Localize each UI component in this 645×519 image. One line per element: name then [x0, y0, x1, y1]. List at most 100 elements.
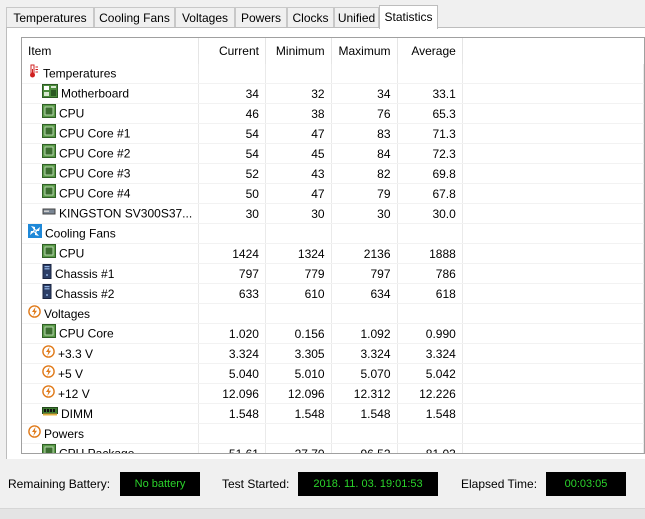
- sensor-name-cell: Motherboard: [22, 83, 200, 104]
- empty-cell: [462, 103, 644, 124]
- sensor-row[interactable]: CPU Core #2 54 45 84 72.3: [22, 143, 644, 164]
- sensor-current: 797: [198, 263, 266, 284]
- sensor-maximum: 34: [331, 83, 398, 104]
- empty-cell: [462, 223, 644, 244]
- sensor-name-cell: CPU Core: [22, 323, 200, 344]
- empty-cell: [397, 223, 463, 244]
- column-header-current[interactable]: Current: [198, 38, 266, 64]
- sensor-name-cell: +12 V: [22, 383, 200, 404]
- sensor-minimum: 43: [265, 163, 332, 184]
- sensor-current: 30: [198, 203, 266, 224]
- statistics-panel: Item Current Minimum Maximum Average Tem…: [6, 27, 645, 459]
- sensor-row[interactable]: CPU 1424 1324 2136 1888: [22, 243, 644, 264]
- sensor-maximum: 12.312: [331, 383, 398, 404]
- tab-powers[interactable]: Powers: [235, 7, 287, 27]
- case-icon: [42, 263, 52, 282]
- sensor-row[interactable]: Motherboard 34 32 34 33.1: [22, 83, 644, 104]
- sensor-minimum: 1.548: [265, 403, 332, 424]
- sensor-row[interactable]: CPU Core #3 52 43 82 69.8: [22, 163, 644, 184]
- sensor-maximum: 83: [331, 123, 398, 144]
- column-header-average[interactable]: Average: [397, 38, 463, 64]
- sensor-average: 71.3: [397, 123, 463, 144]
- sensor-row[interactable]: CPU Package 51.61 27.70 96.52 81.03: [22, 443, 644, 454]
- empty-cell: [462, 303, 644, 324]
- elapsed-time-value: 00:03:05: [546, 472, 626, 496]
- sensor-row[interactable]: +3.3 V 3.324 3.305 3.324 3.324: [22, 343, 644, 364]
- sensor-row[interactable]: CPU Core #1 54 47 83 71.3: [22, 123, 644, 144]
- empty-cell: [198, 223, 266, 244]
- group-label-cell: Powers: [22, 423, 200, 444]
- sensor-name: CPU Core #4: [59, 186, 131, 201]
- tab-statistics[interactable]: Statistics: [379, 5, 438, 29]
- empty-cell: [265, 303, 332, 324]
- group-row-powers[interactable]: Powers: [22, 423, 644, 444]
- empty-cell: [462, 423, 644, 444]
- sensor-row[interactable]: CPU 46 38 76 65.3: [22, 103, 644, 124]
- sensor-minimum: 47: [265, 183, 332, 204]
- sensor-row[interactable]: DIMM 1.548 1.548 1.548 1.548: [22, 403, 644, 424]
- group-label: Cooling Fans: [45, 226, 116, 241]
- tab-temperatures[interactable]: Temperatures: [6, 7, 94, 27]
- tab-unified[interactable]: Unified: [334, 7, 379, 27]
- statistics-list[interactable]: Item Current Minimum Maximum Average Tem…: [21, 37, 645, 454]
- sensor-name-cell: CPU: [22, 243, 200, 264]
- tab-voltages[interactable]: Voltages: [175, 7, 235, 27]
- column-header-minimum[interactable]: Minimum: [265, 38, 332, 64]
- sensor-name-cell: +5 V: [22, 363, 200, 384]
- empty-cell: [198, 423, 266, 444]
- sensor-name: CPU Core: [59, 326, 114, 341]
- empty-cell: [198, 64, 266, 84]
- sensor-maximum: 30: [331, 203, 398, 224]
- bolt-icon: [42, 344, 55, 361]
- sensor-row[interactable]: Chassis #2 633 610 634 618: [22, 283, 644, 304]
- sensor-average: 12.226: [397, 383, 463, 404]
- sensor-current: 34: [198, 83, 266, 104]
- sensor-average: 65.3: [397, 103, 463, 124]
- sensor-maximum: 2136: [331, 243, 398, 264]
- sensor-current: 12.096: [198, 383, 266, 404]
- sensor-maximum: 79: [331, 183, 398, 204]
- sensor-name: CPU: [59, 106, 85, 121]
- sensor-row[interactable]: KINGSTON SV300S37... 30 30 30 30.0: [22, 203, 644, 224]
- chip-icon: [42, 124, 56, 141]
- group-label: Powers: [44, 426, 85, 441]
- sensor-maximum: 1.092: [331, 323, 398, 344]
- sensor-current: 46: [198, 103, 266, 124]
- drive-icon: [42, 204, 56, 221]
- empty-cell: [331, 64, 398, 84]
- sensor-name: CPU Core #1: [59, 126, 131, 141]
- sensor-name-cell: Chassis #2: [22, 283, 200, 304]
- chip-icon: [42, 324, 56, 341]
- sensor-average: 33.1: [397, 83, 463, 104]
- empty-cell: [462, 323, 644, 344]
- column-header-item[interactable]: Item: [22, 38, 200, 64]
- empty-cell: [462, 123, 644, 144]
- tab-clocks[interactable]: Clocks: [287, 7, 334, 27]
- sensor-row[interactable]: CPU Core 1.020 0.156 1.092 0.990: [22, 323, 644, 344]
- sensor-name: Motherboard: [61, 86, 130, 101]
- sensor-average: 81.03: [397, 443, 463, 453]
- empty-cell: [331, 303, 398, 324]
- sensor-name: CPU Package: [59, 446, 135, 454]
- column-header-maximum[interactable]: Maximum: [331, 38, 398, 64]
- sensor-row[interactable]: CPU Core #4 50 47 79 67.8: [22, 183, 644, 204]
- group-row-temperatures[interactable]: Temperatures: [22, 64, 644, 84]
- empty-cell: [397, 64, 463, 84]
- tab-cooling-fans[interactable]: Cooling Fans: [94, 7, 175, 27]
- bottom-strip: [0, 508, 645, 519]
- sensor-minimum: 779: [265, 263, 332, 284]
- empty-cell: [462, 163, 644, 184]
- group-row-voltages[interactable]: Voltages: [22, 303, 644, 324]
- sensor-average: 5.042: [397, 363, 463, 384]
- empty-cell: [462, 64, 644, 84]
- sensor-current: 54: [198, 143, 266, 164]
- sensor-name-cell: CPU: [22, 103, 200, 124]
- sensor-average: 0.990: [397, 323, 463, 344]
- sensor-name-cell: CPU Package: [22, 443, 200, 454]
- sensor-row[interactable]: Chassis #1 797 779 797 786: [22, 263, 644, 284]
- fan-icon: [28, 224, 42, 241]
- sensor-row[interactable]: +5 V 5.040 5.010 5.070 5.042: [22, 363, 644, 384]
- sensor-current: 1.020: [198, 323, 266, 344]
- sensor-row[interactable]: +12 V 12.096 12.096 12.312 12.226: [22, 383, 644, 404]
- group-row-cooling-fans[interactable]: Cooling Fans: [22, 223, 644, 244]
